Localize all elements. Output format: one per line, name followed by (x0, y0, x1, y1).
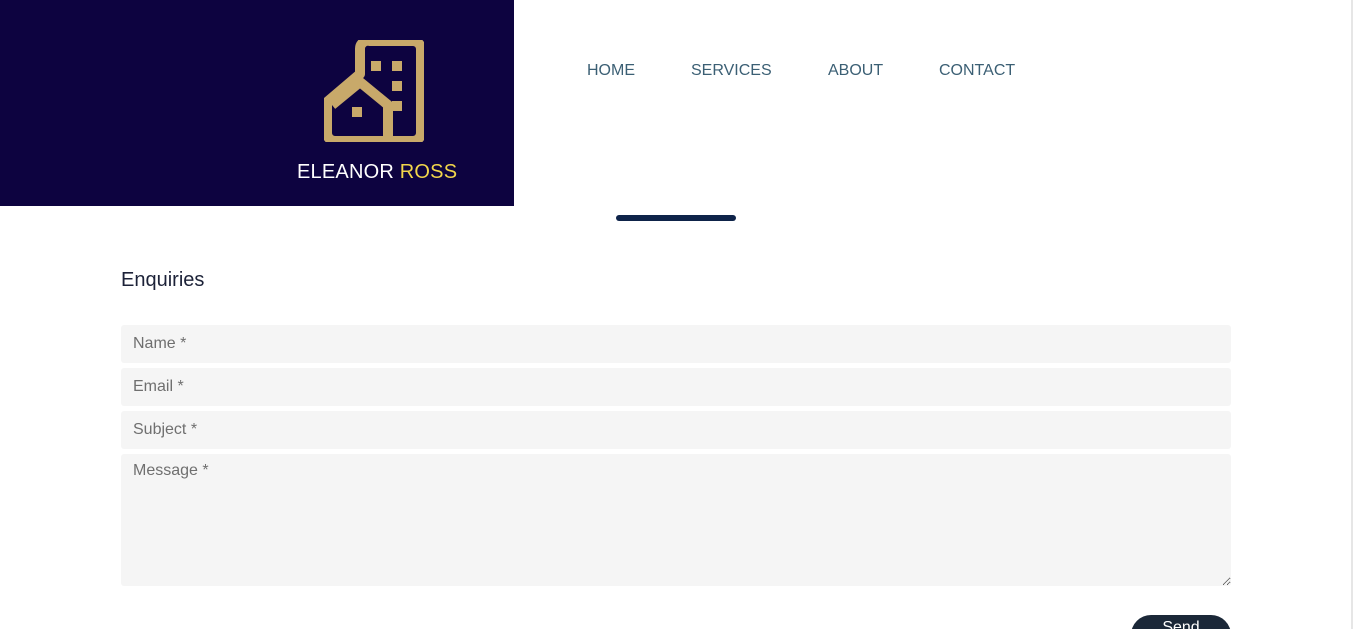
enquiries-title: Enquiries (121, 269, 205, 291)
name-field[interactable] (121, 325, 1231, 363)
nav-item-home[interactable]: HOME (587, 62, 635, 80)
message-field[interactable] (121, 454, 1231, 586)
nav-item-contact[interactable]: CONTACT (939, 62, 1015, 80)
nav-item-services[interactable]: SERVICES (691, 62, 772, 80)
brand-name-first: ELEANOR (297, 161, 394, 183)
brand-name[interactable]: ELEANOR ROSS (297, 161, 457, 184)
brand-name-last: ROSS (399, 161, 458, 183)
subject-field[interactable] (121, 411, 1231, 449)
brand-panel: ELEANOR ROSS (0, 0, 514, 206)
email-field[interactable] (121, 368, 1231, 406)
nav-item-about[interactable]: ABOUT (828, 62, 883, 80)
send-button[interactable]: Send (1131, 615, 1231, 629)
section-divider (616, 215, 736, 221)
page: ELEANOR ROSS HOME SERVICES ABOUT CONTACT… (0, 0, 1353, 629)
building-icon[interactable] (322, 35, 426, 146)
